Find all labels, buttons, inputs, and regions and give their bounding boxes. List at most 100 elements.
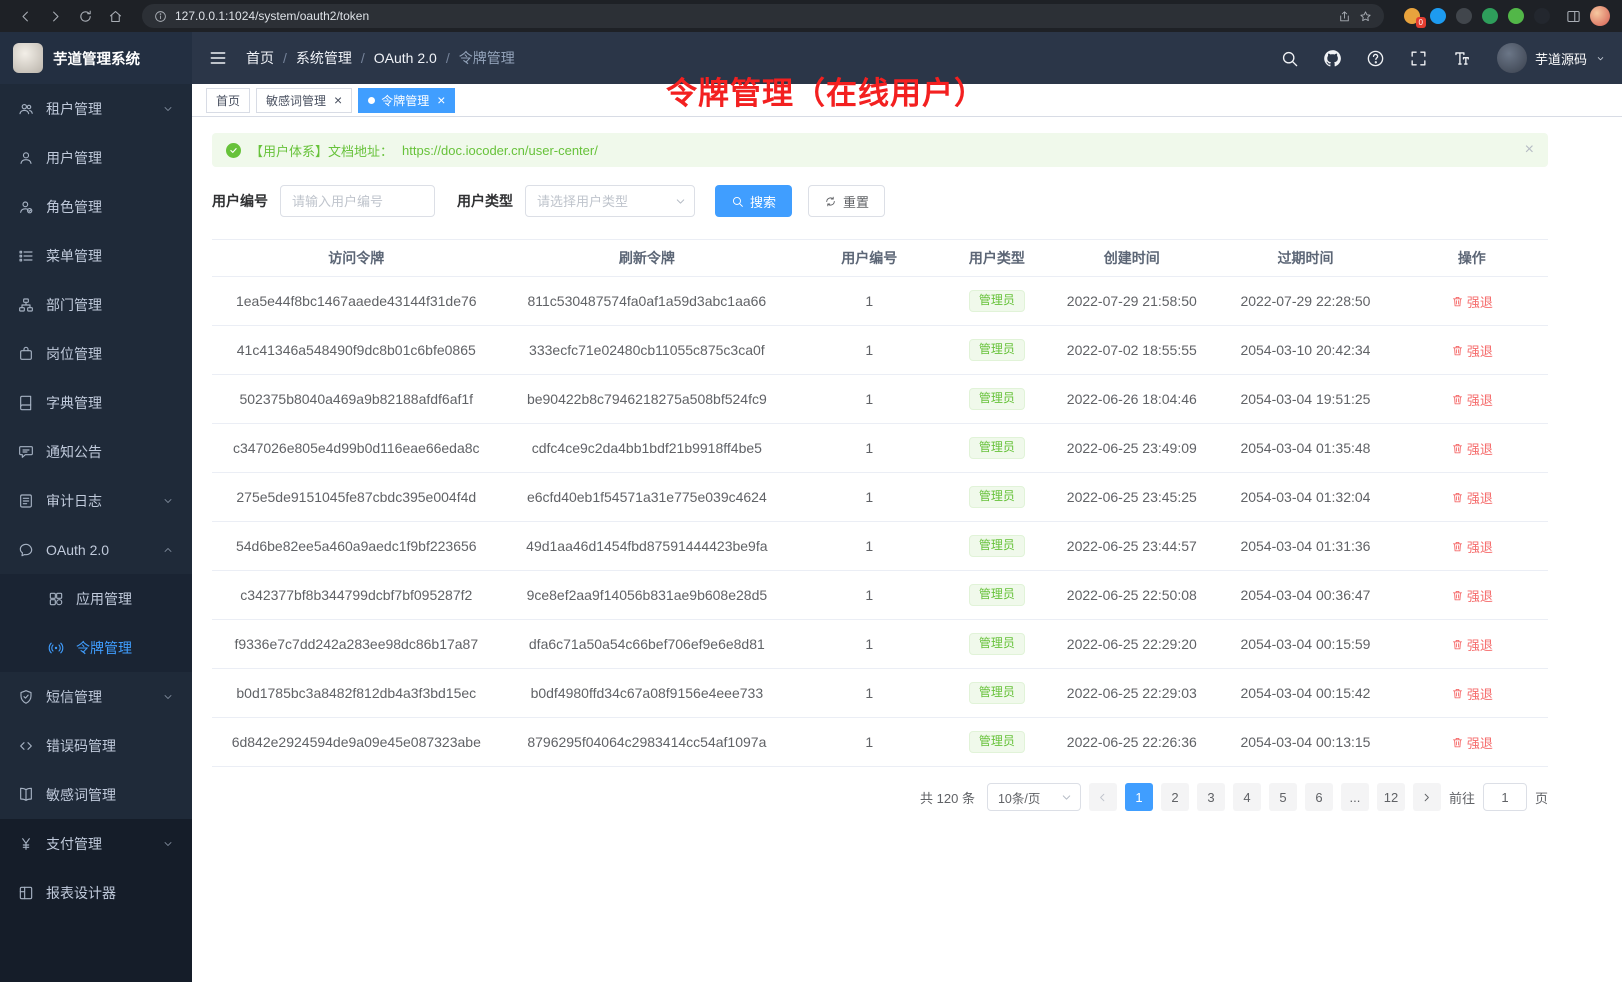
sidebar-item-pay[interactable]: 支付管理 bbox=[0, 819, 192, 868]
pagination-page-1[interactable]: 1 bbox=[1125, 783, 1153, 811]
browser-home-button[interactable] bbox=[102, 3, 128, 29]
help-icon[interactable] bbox=[1366, 49, 1385, 68]
doc-link[interactable]: https://doc.iocoder.cn/user-center/ bbox=[402, 143, 598, 158]
browser-reload-button[interactable] bbox=[72, 3, 98, 29]
search-button[interactable]: 搜索 bbox=[715, 185, 792, 217]
sidebar-item-menu[interactable]: 菜单管理 bbox=[0, 231, 192, 280]
sidebar-item-label: 错误码管理 bbox=[46, 736, 116, 756]
pagination-page-2[interactable]: 2 bbox=[1161, 783, 1189, 811]
url-bar[interactable]: 127.0.0.1:1024/system/oauth2/token bbox=[142, 4, 1384, 28]
table-row: 502375b8040a469a9b82188afdf6af1fbe90422b… bbox=[212, 375, 1548, 424]
pagination-page-3[interactable]: 3 bbox=[1197, 783, 1225, 811]
fullscreen-icon[interactable] bbox=[1409, 49, 1428, 68]
create-time-cell: 2022-06-25 23:45:25 bbox=[1048, 473, 1215, 522]
role-icon bbox=[18, 199, 34, 215]
extension-icon[interactable] bbox=[1508, 8, 1524, 24]
force-logout-button[interactable]: 强退 bbox=[1451, 390, 1493, 409]
sidebar-item-message[interactable]: 通知公告 bbox=[0, 427, 192, 476]
pagination-page-12[interactable]: 12 bbox=[1377, 783, 1405, 811]
url-text[interactable]: 127.0.0.1:1024/system/oauth2/token bbox=[175, 9, 369, 23]
site-info-icon[interactable] bbox=[154, 10, 167, 23]
search-icon[interactable] bbox=[1280, 49, 1299, 68]
pagination-prev-button[interactable] bbox=[1089, 783, 1117, 811]
sidebar-item-user[interactable]: 用户管理 bbox=[0, 133, 192, 182]
breadcrumb-item[interactable]: 首页 bbox=[246, 48, 274, 68]
force-logout-button[interactable]: 强退 bbox=[1451, 439, 1493, 458]
create-time-cell: 2022-06-25 23:44:57 bbox=[1048, 522, 1215, 571]
sidebar-item-log[interactable]: 审计日志 bbox=[0, 476, 192, 525]
font-size-icon[interactable] bbox=[1452, 49, 1471, 68]
share-icon[interactable] bbox=[1338, 10, 1351, 23]
tab-首页[interactable]: 首页 bbox=[206, 88, 250, 113]
force-logout-button[interactable]: 强退 bbox=[1451, 635, 1493, 654]
sidebar: 芋道管理系统 租户管理用户管理角色管理菜单管理部门管理岗位管理字典管理通知公告审… bbox=[0, 32, 192, 982]
collapse-menu-icon[interactable] bbox=[208, 48, 228, 68]
reset-button[interactable]: 重置 bbox=[808, 185, 885, 217]
tab-close-icon[interactable]: × bbox=[437, 93, 445, 107]
force-logout-button[interactable]: 强退 bbox=[1451, 537, 1493, 556]
sidebar-item-oauth[interactable]: OAuth 2.0 bbox=[0, 525, 192, 574]
force-logout-label: 强退 bbox=[1467, 488, 1493, 507]
report-icon bbox=[18, 885, 34, 901]
force-logout-button[interactable]: 强退 bbox=[1451, 341, 1493, 360]
user-menu[interactable]: 芋道源码 bbox=[1497, 43, 1606, 73]
trash-icon bbox=[1451, 736, 1464, 749]
bookmark-star-icon[interactable] bbox=[1359, 10, 1372, 23]
github-icon[interactable] bbox=[1323, 49, 1342, 68]
pagination-page-6[interactable]: 6 bbox=[1305, 783, 1333, 811]
extension-icon[interactable] bbox=[1430, 8, 1446, 24]
sidebar-item-dict[interactable]: 字典管理 bbox=[0, 378, 192, 427]
sidebar-item-role[interactable]: 角色管理 bbox=[0, 182, 192, 231]
chevron-icon bbox=[162, 544, 174, 556]
sidebar-item-users[interactable]: 租户管理 bbox=[0, 84, 192, 133]
breadcrumb-item[interactable]: 系统管理 bbox=[296, 48, 352, 68]
tab-令牌管理[interactable]: 令牌管理× bbox=[358, 88, 455, 113]
extension-icon[interactable] bbox=[1534, 8, 1550, 24]
pagination-page-5[interactable]: 5 bbox=[1269, 783, 1297, 811]
goto-page-input[interactable] bbox=[1483, 783, 1527, 811]
filter-bar: 用户编号 用户类型 搜索 重置 bbox=[212, 185, 1548, 217]
sidebar-item-sms[interactable]: 短信管理 bbox=[0, 672, 192, 721]
force-logout-button[interactable]: 强退 bbox=[1451, 684, 1493, 703]
sidebar-item-code[interactable]: 错误码管理 bbox=[0, 721, 192, 770]
browser-profile-avatar[interactable] bbox=[1590, 6, 1610, 26]
table-row: f9336e7c7dd242a283ee98dc86b17a87dfa6c71a… bbox=[212, 620, 1548, 669]
sidebar-item-label: 菜单管理 bbox=[46, 246, 102, 266]
pagination-more[interactable]: ... bbox=[1341, 783, 1369, 811]
tab-敏感词管理[interactable]: 敏感词管理× bbox=[256, 88, 352, 113]
side-panel-icon[interactable] bbox=[1560, 3, 1586, 29]
tab-close-icon[interactable]: × bbox=[334, 93, 342, 107]
user-type-select[interactable] bbox=[525, 185, 695, 217]
sidebar-item-report[interactable]: 报表设计器 bbox=[0, 868, 192, 917]
extension-icon[interactable] bbox=[1456, 8, 1472, 24]
user-id-input[interactable] bbox=[280, 185, 435, 217]
user-type-select-input[interactable] bbox=[525, 185, 695, 217]
app-logo[interactable]: 芋道管理系统 bbox=[0, 32, 192, 84]
pagination-page-4[interactable]: 4 bbox=[1233, 783, 1261, 811]
sidebar-menu: 租户管理用户管理角色管理菜单管理部门管理岗位管理字典管理通知公告审计日志OAut… bbox=[0, 84, 192, 819]
access-token-cell: 6d842e2924594de9a09e45e087323abe bbox=[212, 718, 501, 767]
sidebar-item-app[interactable]: 应用管理 bbox=[0, 574, 192, 623]
force-logout-button[interactable]: 强退 bbox=[1451, 292, 1493, 311]
extension-icon[interactable] bbox=[1482, 8, 1498, 24]
browser-forward-button[interactable] bbox=[42, 3, 68, 29]
pagination-next-button[interactable] bbox=[1413, 783, 1441, 811]
browser-back-button[interactable] bbox=[12, 3, 38, 29]
force-logout-button[interactable]: 强退 bbox=[1451, 586, 1493, 605]
force-logout-button[interactable]: 强退 bbox=[1451, 488, 1493, 507]
chevron-icon bbox=[162, 838, 174, 850]
sidebar-item-tree[interactable]: 部门管理 bbox=[0, 280, 192, 329]
sidebar-item-token[interactable]: 令牌管理 bbox=[0, 623, 192, 672]
page-size-value[interactable] bbox=[987, 783, 1081, 811]
page-size-select[interactable] bbox=[987, 783, 1081, 811]
code-icon bbox=[18, 738, 34, 754]
force-logout-button[interactable]: 强退 bbox=[1451, 733, 1493, 752]
extension-icon[interactable]: 0 bbox=[1404, 8, 1420, 24]
sidebar-item-sensitive[interactable]: 敏感词管理 bbox=[0, 770, 192, 819]
alert-close-icon[interactable]: × bbox=[1525, 142, 1534, 158]
breadcrumb-item[interactable]: OAuth 2.0 bbox=[374, 50, 437, 66]
sidebar-item-post[interactable]: 岗位管理 bbox=[0, 329, 192, 378]
tab-label: 首页 bbox=[216, 92, 240, 109]
app-title: 芋道管理系统 bbox=[53, 48, 140, 69]
force-logout-label: 强退 bbox=[1467, 684, 1493, 703]
